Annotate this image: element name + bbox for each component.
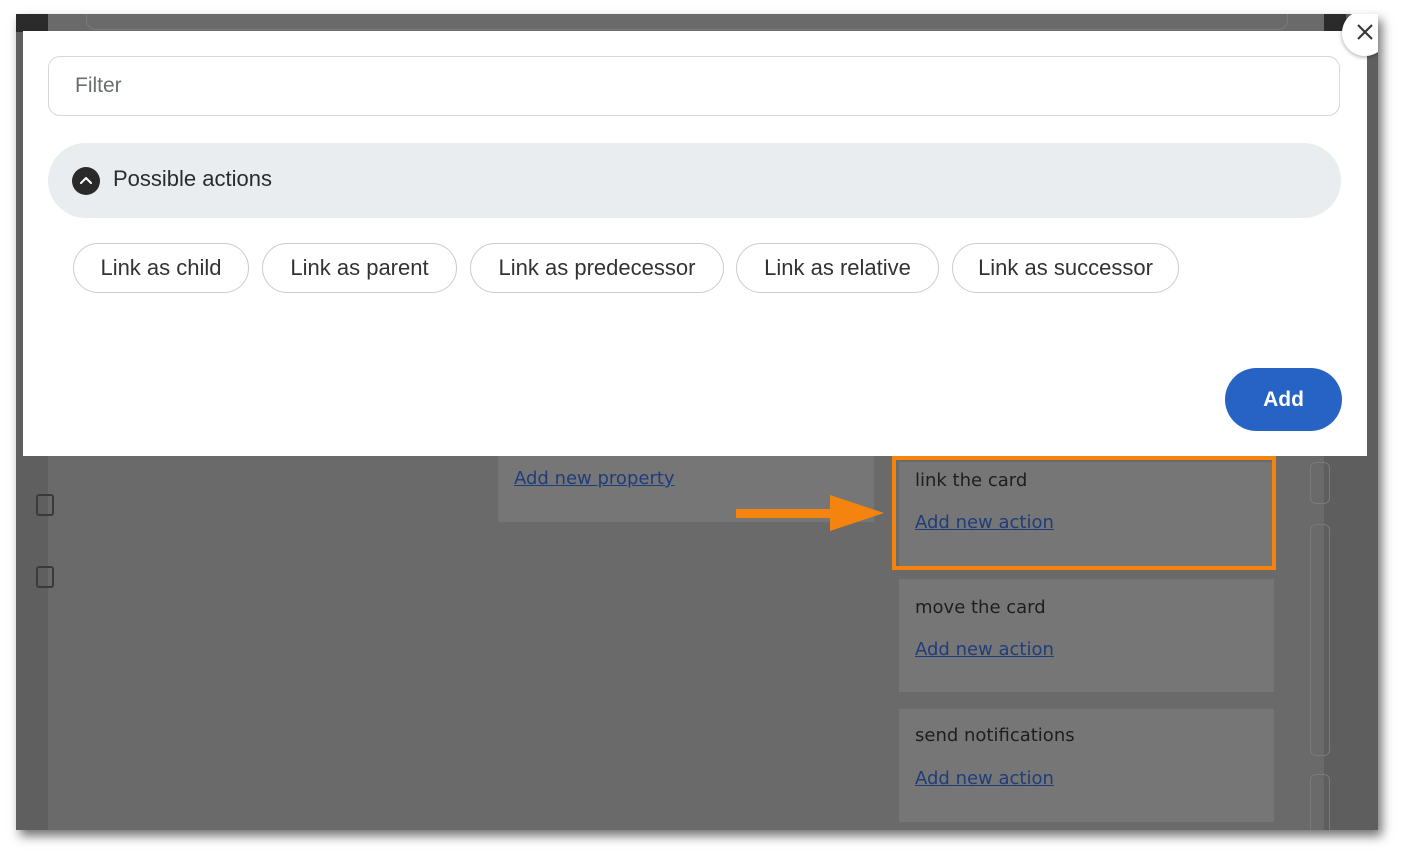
possible-actions-header[interactable]: Possible actions <box>48 143 1341 218</box>
add-new-action-link[interactable]: Add new action <box>915 768 1054 789</box>
background-right-box <box>1310 462 1330 504</box>
add-new-property-link[interactable]: Add new property <box>514 468 675 489</box>
filter-input[interactable] <box>48 56 1340 116</box>
arrow-right-icon <box>736 495 884 531</box>
background-right-box <box>1310 774 1330 830</box>
rule-panel-send-notifications: send notifications Add new action <box>899 709 1274 822</box>
add-new-action-link[interactable]: Add new action <box>915 639 1054 660</box>
screenshot-frame: Add new property link the card Add new a… <box>16 14 1378 830</box>
chip-link-as-relative[interactable]: Link as relative <box>736 243 939 293</box>
pen-icon <box>36 494 54 516</box>
background-search-bar <box>86 14 1288 30</box>
add-action-modal: Possible actions Link as child Link as p… <box>23 31 1367 456</box>
chip-link-as-child[interactable]: Link as child <box>73 243 249 293</box>
background-corner <box>16 14 48 32</box>
annotation-highlight-box <box>892 456 1276 570</box>
chip-link-as-parent[interactable]: Link as parent <box>262 243 457 293</box>
chip-link-as-successor[interactable]: Link as successor <box>952 243 1179 293</box>
lock-icon <box>36 566 54 588</box>
rule-panel-title: send notifications <box>915 725 1075 746</box>
rule-panel-title: move the card <box>915 597 1046 618</box>
rule-panel-move-the-card: move the card Add new action <box>899 579 1274 692</box>
chip-link-as-predecessor[interactable]: Link as predecessor <box>470 243 724 293</box>
background-right-box <box>1310 524 1330 756</box>
chevron-up-icon[interactable] <box>72 167 100 195</box>
section-title: Possible actions <box>113 166 272 191</box>
add-button[interactable]: Add <box>1225 368 1342 431</box>
